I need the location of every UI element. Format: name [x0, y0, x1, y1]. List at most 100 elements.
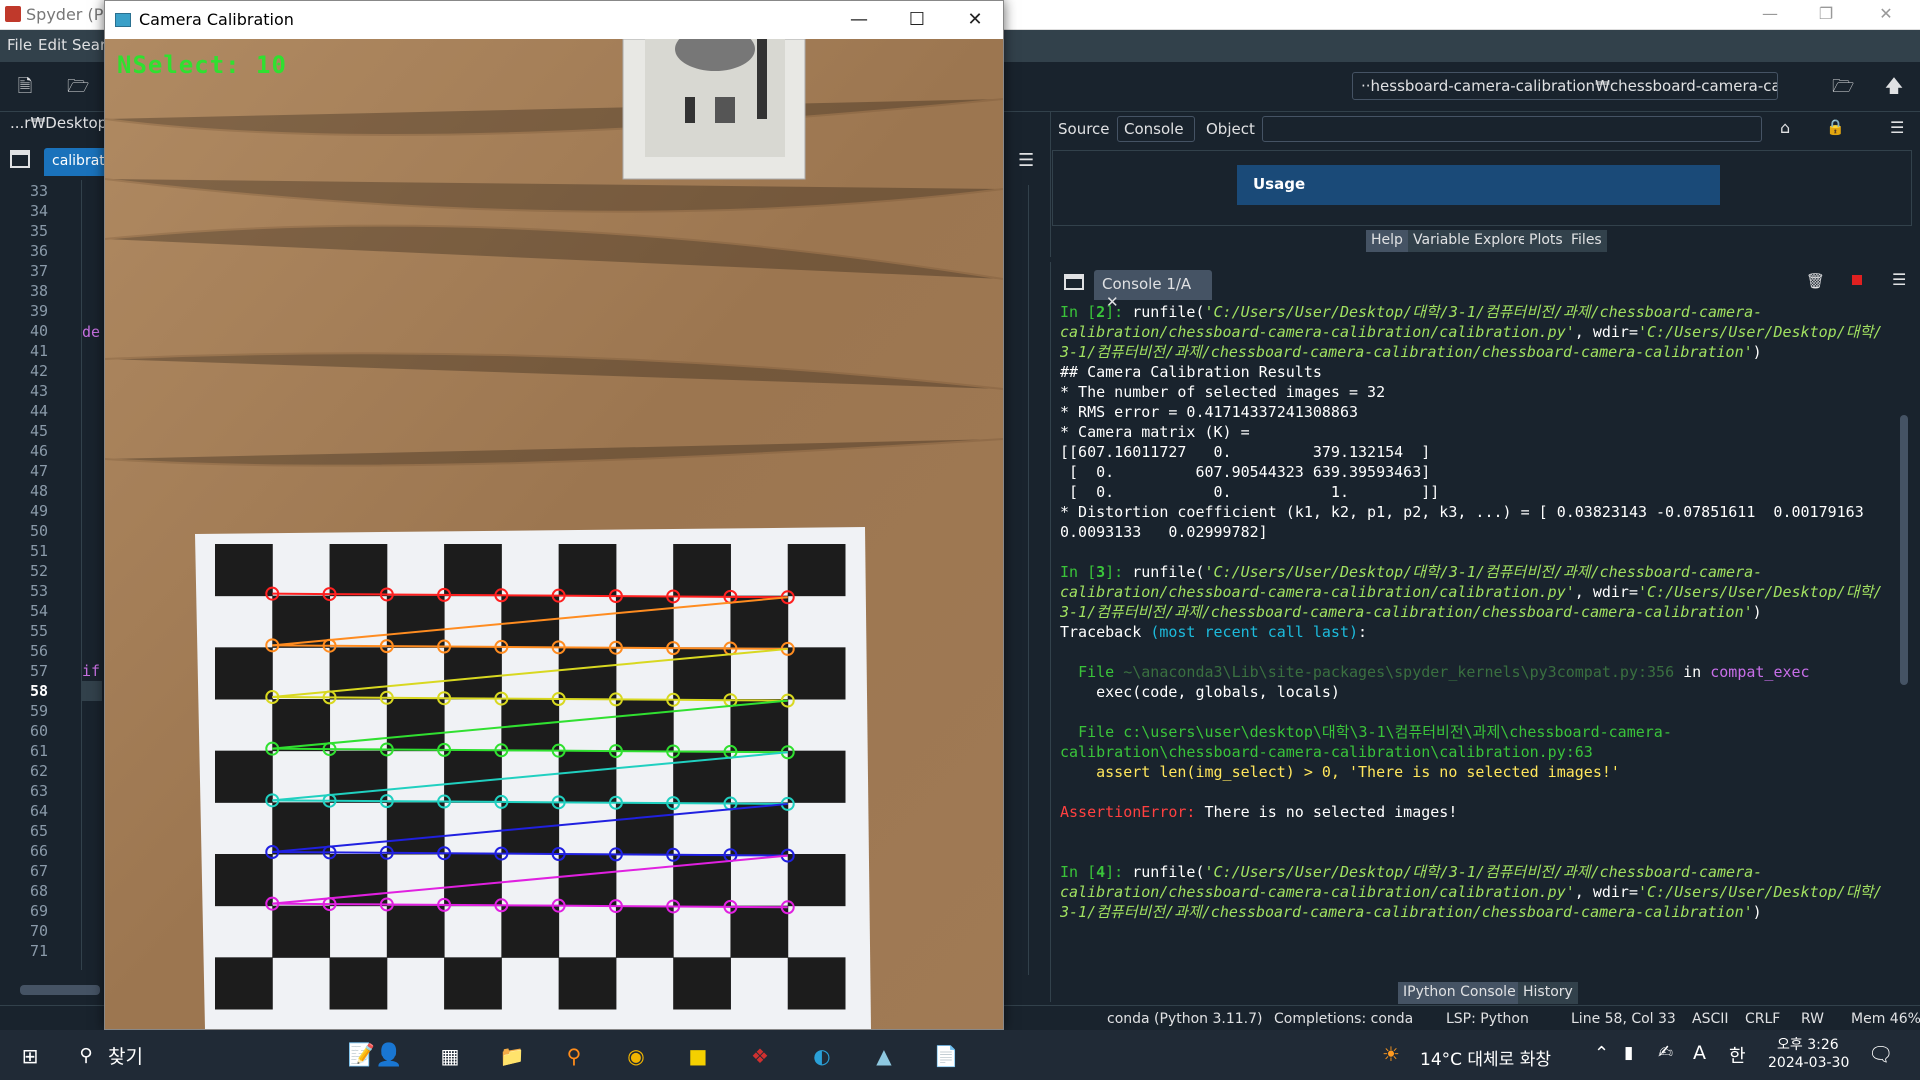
camera-calibration-window[interactable]: Camera Calibration — ☐ ✕ NSelect: 10	[104, 0, 1004, 1030]
console-options-icon[interactable]: ☰	[1892, 270, 1906, 289]
ipython-console-output[interactable]: In [2]: runfile('C:/Users/User/Desktop/대…	[1060, 302, 1900, 982]
line-number: 51	[29, 542, 48, 560]
weather-text[interactable]: 14°C 대체로 화창	[1420, 1045, 1551, 1070]
line-number: 63	[29, 782, 48, 800]
console-browse-tabs-icon[interactable]	[1064, 274, 1084, 290]
source-select[interactable]: Console	[1117, 116, 1195, 142]
status-lsp[interactable]: LSP: Python	[1446, 1011, 1529, 1027]
edge-icon[interactable]: ◐	[808, 1042, 836, 1070]
console-line: * RMS error = 0.41714337241308863	[1060, 403, 1359, 421]
tray-chevron-icon[interactable]: ⌃	[1594, 1043, 1609, 1064]
console-line: * Camera matrix (K) =	[1060, 423, 1259, 441]
camera-window-titlebar[interactable]: Camera Calibration — ☐ ✕	[105, 1, 1003, 39]
line-number: 48	[29, 482, 48, 500]
taskbar-search-label[interactable]: 찾기	[108, 1042, 143, 1069]
tab-variable-explorer[interactable]: Variable Explorer	[1408, 230, 1538, 252]
task-view-icon[interactable]: ▦	[436, 1042, 464, 1070]
tab-files[interactable]: Files	[1566, 230, 1607, 252]
line-number: 36	[29, 242, 48, 260]
console-line: [[607.16011727 0. 379.132154 ]	[1060, 443, 1431, 461]
camera-minimize-icon[interactable]: —	[831, 1, 887, 39]
chessboard-square	[730, 595, 789, 648]
console-line: In [4]: runfile('C:/Users/User/Desktop/대…	[1060, 863, 1763, 881]
chrome-icon[interactable]: ◉	[622, 1042, 650, 1070]
tab-help[interactable]: Help	[1366, 230, 1408, 252]
chessboard-square	[501, 905, 560, 958]
start-icon[interactable]: ⊞	[16, 1042, 44, 1070]
menu-file[interactable]: File	[7, 36, 32, 54]
sticky-notes-icon[interactable]: ■	[684, 1042, 712, 1070]
chessboard-square	[272, 905, 331, 958]
open-file-icon[interactable]: 🗁	[67, 77, 89, 97]
battery-icon[interactable]: ▮	[1624, 1043, 1633, 1063]
object-input[interactable]	[1262, 116, 1762, 142]
camera-calibration-taskbar-icon[interactable]: 📄	[932, 1042, 960, 1070]
menu-edit[interactable]: Edit	[38, 36, 67, 54]
file-explorer-icon[interactable]: 📁	[498, 1042, 526, 1070]
status-env[interactable]: conda (Python 3.11.7)	[1107, 1011, 1262, 1027]
chessboard-square	[673, 957, 731, 1010]
tab-history[interactable]: History	[1518, 982, 1578, 1004]
widget-illustration-icon[interactable]: 📝👤	[330, 1042, 420, 1070]
app-icon[interactable]: ▲	[870, 1042, 898, 1070]
line-number: 34	[29, 202, 48, 220]
status-eol: CRLF	[1745, 1011, 1781, 1027]
editor-options-icon[interactable]: ☰	[1018, 150, 1034, 171]
ime-mode-a[interactable]: A	[1693, 1042, 1706, 1064]
chessboard-square	[444, 750, 502, 803]
clock-date[interactable]: 2024-03-30	[1768, 1055, 1849, 1071]
search-app-icon[interactable]: ⚲	[560, 1042, 588, 1070]
line-number: 57	[29, 662, 48, 680]
camera-frame[interactable]: NSelect: 10	[105, 39, 1003, 1029]
console-scrollbar[interactable]	[1900, 415, 1908, 685]
line-number: 53	[29, 582, 48, 600]
new-file-icon[interactable]: 🗎	[15, 77, 35, 97]
chessboard-square	[673, 544, 731, 597]
tab-console-1a[interactable]: Console 1/A ✕	[1094, 270, 1212, 311]
home-icon[interactable]: ⌂	[1780, 118, 1790, 137]
spyder-taskbar-icon[interactable]: ❖	[746, 1042, 774, 1070]
chessboard-square	[215, 647, 273, 700]
nselect-overlay: NSelect: 10	[117, 51, 287, 79]
camera-close-icon[interactable]: ✕	[947, 1, 1003, 39]
camera-window-title: Camera Calibration	[139, 10, 294, 29]
source-label: Source	[1058, 120, 1110, 138]
console-line: exec(code, globals, locals)	[1060, 683, 1340, 701]
console-line: calibration/chessboard-camera-calibratio…	[1060, 883, 1883, 901]
browse-folder-icon[interactable]: 🗁	[1832, 77, 1854, 97]
clock-time[interactable]: 오후 3:26	[1777, 1034, 1839, 1054]
console-line: File ~\anaconda3\Lib\site-packages\spyde…	[1078, 663, 1810, 681]
editor-horizontal-scrollbar[interactable]	[20, 985, 100, 995]
notification-icon[interactable]: 🗨	[1868, 1042, 1893, 1066]
line-number: 66	[29, 842, 48, 860]
browse-tabs-icon[interactable]	[10, 150, 30, 168]
tab-plots[interactable]: Plots	[1524, 230, 1568, 252]
pen-icon[interactable]: ✍	[1658, 1042, 1673, 1063]
search-icon[interactable]: ⚲	[72, 1042, 100, 1070]
help-options-icon[interactable]: ☰	[1890, 118, 1904, 137]
spyder-restore-icon[interactable]: ❐	[1798, 0, 1854, 30]
working-directory-combo[interactable]: ··hessboard-camera-calibration₩chessboar…	[1352, 72, 1778, 100]
editor-vertical-scrollbar[interactable]	[1028, 185, 1038, 975]
line-number: 41	[29, 342, 48, 360]
stop-kernel-icon[interactable]	[1852, 275, 1862, 285]
spyder-minimize-icon[interactable]: —	[1742, 0, 1798, 30]
console-line: 3-1/컴퓨터비전/과제/chessboard-camera-calibrati…	[1060, 343, 1762, 361]
weather-icon[interactable]: ☀	[1382, 1042, 1400, 1066]
spyder-close-icon[interactable]: ✕	[1858, 0, 1914, 30]
parent-dir-icon[interactable]: 🡅	[1884, 77, 1904, 97]
lock-icon[interactable]: 🔒	[1826, 118, 1845, 136]
clear-console-icon[interactable]: 🗑	[1806, 272, 1825, 290]
ime-mode-han[interactable]: 한	[1729, 1042, 1746, 1068]
console-line: In [2]: runfile('C:/Users/User/Desktop/대…	[1060, 303, 1763, 321]
camera-maximize-icon[interactable]: ☐	[889, 1, 945, 39]
tab-ipython-console[interactable]: IPython Console	[1398, 982, 1521, 1004]
console-line: assert len(img_select) > 0, 'There is no…	[1060, 763, 1620, 781]
line-number: 46	[29, 442, 48, 460]
chessboard-square	[558, 957, 617, 1010]
chessboard-square	[787, 544, 846, 597]
line-number: 42	[29, 362, 48, 380]
